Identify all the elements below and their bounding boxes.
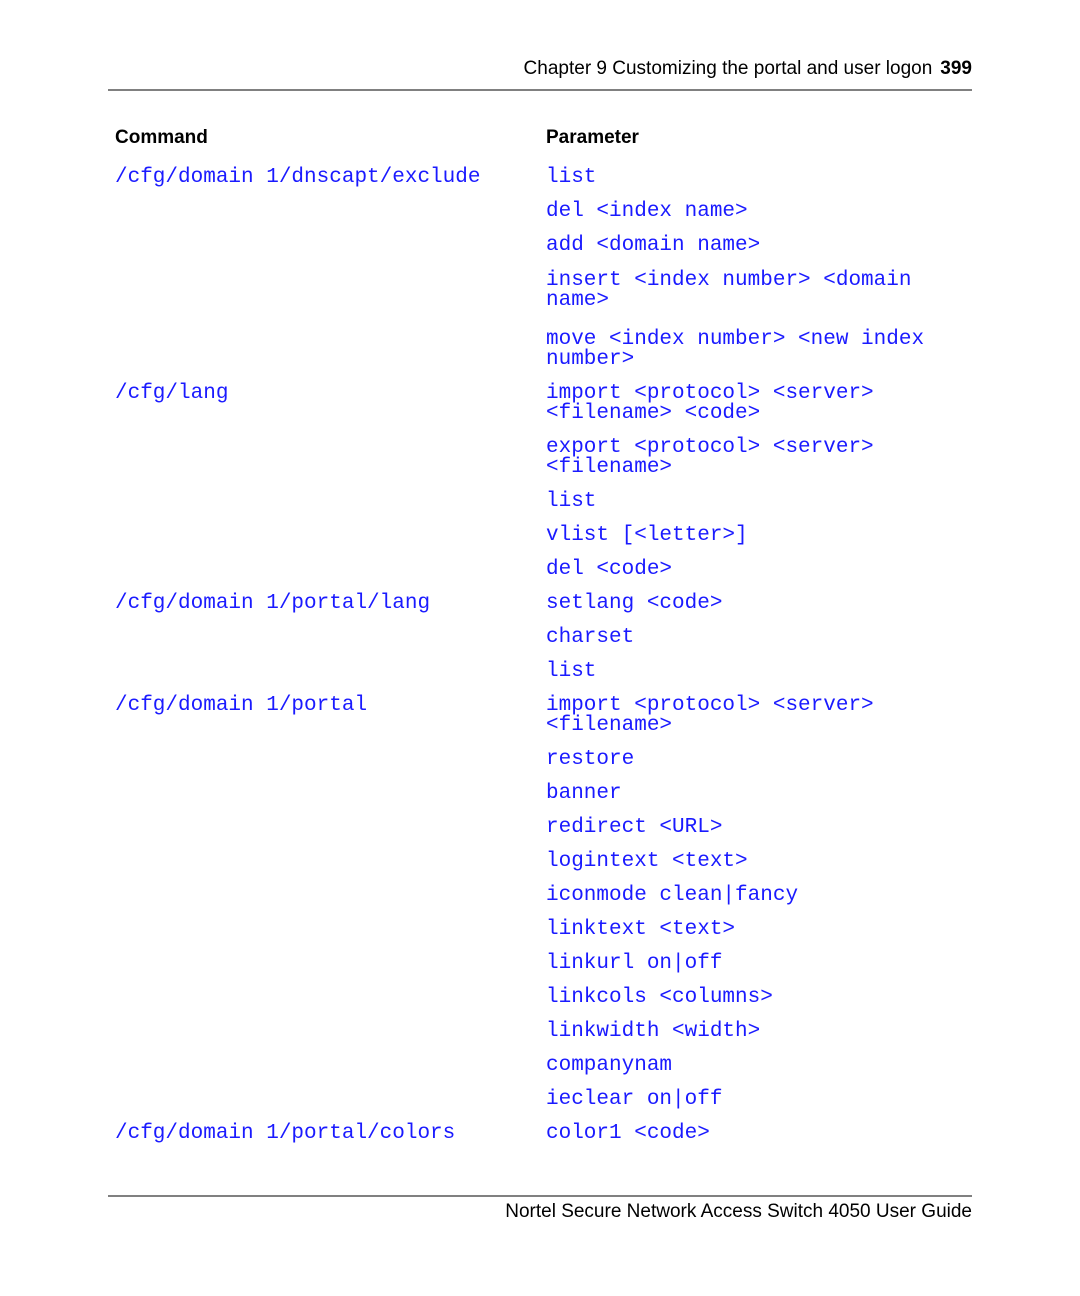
parameter-cell: add <domain name> [546, 234, 761, 257]
parameter-cell: linkwidth <width> [546, 1020, 761, 1043]
parameter-cell: linktext <text> [546, 918, 736, 941]
parameter-cell: color1 <code> [546, 1122, 710, 1145]
parameter-cell: vlist [<letter>] [546, 524, 748, 547]
parameter-cell: move <index number> <new index number> [546, 328, 925, 371]
guide-title: Nortel Secure Network Access Switch 4050… [505, 1201, 972, 1222]
parameter-cell: insert <index number> <domain name> [546, 269, 912, 312]
page-number: 399 [940, 58, 972, 79]
parameter-cell: logintext <text> [546, 850, 748, 873]
column-header-parameter: Parameter [546, 127, 639, 148]
parameter-cell: del <code> [546, 558, 673, 581]
footer-rule [108, 1195, 972, 1197]
parameter-cell: list [546, 490, 597, 513]
chapter-title: Chapter 9 Customizing the portal and use… [523, 58, 933, 79]
parameter-cell: restore [546, 748, 635, 771]
command-cell: /cfg/domain 1/portal/lang [115, 592, 431, 615]
parameter-cell: ieclear on|off [546, 1088, 723, 1111]
parameter-cell: redirect <URL> [546, 816, 723, 839]
parameter-cell: linkurl on|off [546, 952, 723, 975]
command-cell: /cfg/domain 1/portal/colors [115, 1122, 456, 1145]
command-cell: /cfg/domain 1/dnscapt/exclude [115, 166, 481, 189]
parameter-cell: charset [546, 626, 635, 649]
parameter-cell: list [546, 660, 597, 683]
command-cell: /cfg/domain 1/portal [115, 694, 368, 717]
running-header: Chapter 9 Customizing the portal and use… [524, 58, 972, 80]
parameter-cell: del <index name> [546, 200, 748, 223]
parameter-cell: export <protocol> <server> <filename> [546, 436, 874, 479]
parameter-cell: setlang <code> [546, 592, 723, 615]
parameter-cell: companynam [546, 1054, 673, 1077]
parameter-cell: linkcols <columns> [546, 986, 773, 1009]
parameter-cell: import <protocol> <server> <filename> <c… [546, 382, 874, 425]
header-rule [108, 89, 972, 91]
parameter-cell: import <protocol> <server> <filename> [546, 694, 874, 737]
column-header-command: Command [115, 127, 208, 148]
parameter-cell: iconmode clean|fancy [546, 884, 799, 907]
parameter-cell: banner [546, 782, 622, 805]
parameter-cell: list [546, 166, 597, 189]
command-cell: /cfg/lang [115, 382, 229, 405]
